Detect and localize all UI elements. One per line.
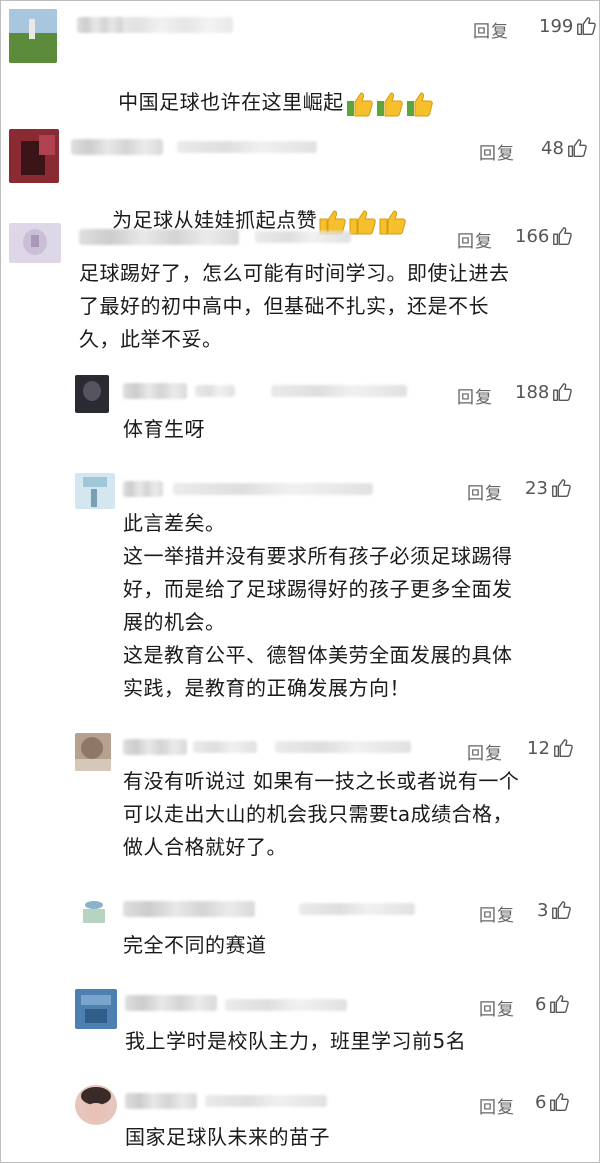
like-count: 6 [535, 1091, 547, 1113]
reply-button[interactable]: 回复 [473, 17, 509, 42]
like-count: 199 [539, 15, 574, 37]
like-button[interactable]: 6 [535, 1091, 570, 1113]
thumb-up-outline-icon [566, 137, 588, 159]
thumb-up-outline-icon [548, 1091, 570, 1113]
avatar[interactable] [75, 375, 109, 413]
reply-button[interactable]: 回复 [479, 1093, 515, 1118]
username-blurred[interactable] [113, 17, 233, 33]
like-button[interactable]: 199 [539, 15, 597, 37]
thumbs-up-emoji [346, 91, 374, 117]
like-button[interactable]: 166 [515, 225, 573, 247]
like-count: 3 [537, 899, 549, 921]
avatar[interactable] [79, 897, 109, 927]
emoji-group [346, 91, 434, 117]
timestamp-blurred [193, 741, 257, 753]
like-button[interactable]: 23 [525, 477, 572, 499]
timestamp-blurred [177, 141, 317, 153]
comment-item: 回复 48 为足球从娃娃抓起点赞 [9, 129, 594, 234]
comment-item: 回复 199 中国足球也许在这里崛起 [9, 9, 597, 119]
timestamp-blurred [275, 741, 411, 753]
like-count: 12 [527, 737, 550, 759]
timestamp-blurred [271, 385, 407, 397]
reply-button[interactable]: 回复 [479, 139, 515, 164]
timestamp-blurred [299, 903, 415, 915]
like-count: 6 [535, 993, 547, 1015]
thumbs-up-emoji [406, 91, 434, 117]
comment-text: 体育生呀 [123, 417, 205, 441]
avatar[interactable] [9, 223, 61, 263]
timestamp-blurred [173, 483, 373, 495]
comment-text: 足球踢好了，怎么可能有时间学习。即使让进去 了最好的初中高中，但基础不扎实，还是… [79, 261, 510, 351]
reply-button[interactable]: 回复 [457, 227, 493, 252]
like-button[interactable]: 6 [535, 993, 570, 1015]
comment-list: 回复 199 中国足球也许在这里崛起 回复 48 为足球从娃娃抓起点赞 回复 1… [0, 0, 600, 1163]
thumb-up-outline-icon [551, 225, 573, 247]
reply-item: 回复 188 体育生呀 [75, 375, 595, 455]
like-button[interactable]: 3 [537, 899, 572, 921]
thumb-up-outline-icon [548, 993, 570, 1015]
reply-button[interactable]: 回复 [479, 901, 515, 926]
avatar[interactable] [75, 473, 115, 509]
reply-button[interactable]: 回复 [457, 383, 493, 408]
username-blurred[interactable] [71, 139, 163, 155]
reply-item: 回复 3 完全不同的赛道 [79, 897, 595, 967]
username-blurred[interactable] [123, 383, 187, 399]
username-blurred[interactable] [125, 995, 217, 1011]
like-count: 23 [525, 477, 548, 499]
thumb-up-outline-icon [550, 477, 572, 499]
username-blurred[interactable] [79, 229, 239, 245]
reply-item: 回复 6 国家足球队未来的苗子 [75, 1085, 595, 1161]
timestamp-blurred [205, 1095, 327, 1107]
thumb-up-outline-icon [550, 899, 572, 921]
comment-text: 此言差矣。 这一举措并没有要求所有孩子必须足球踢得 好，而是给了足球踢得好的孩子… [123, 511, 513, 700]
avatar[interactable] [9, 129, 59, 183]
reply-item: 回复 6 我上学时是校队主力，班里学习前5名 [75, 989, 595, 1069]
comment-text: 有没有听说过 如果有一技之长或者说有一个 可以走出大山的机会我只需要ta成绩合格… [123, 769, 520, 859]
comment-text: 我上学时是校队主力，班里学习前5名 [125, 1029, 467, 1053]
reply-button[interactable]: 回复 [467, 739, 503, 764]
timestamp-blurred [225, 999, 347, 1011]
comment-text-content: 中国足球也许在这里崛起 [118, 90, 344, 114]
comment-text: 国家足球队未来的苗子 [125, 1125, 330, 1149]
reply-item: 回复 23 此言差矣。 这一举措并没有要求所有孩子必须足球踢得 好，而是给了足球… [75, 473, 595, 723]
username-blurred[interactable] [123, 481, 163, 497]
like-button[interactable]: 12 [527, 737, 574, 759]
comment-item: 回复 166 足球踢好了，怎么可能有时间学习。即使让进去 了最好的初中高中，但基… [9, 223, 594, 363]
thumb-up-outline-icon [552, 737, 574, 759]
like-button[interactable]: 48 [541, 137, 588, 159]
timestamp-blurred [255, 231, 351, 243]
avatar[interactable] [75, 989, 117, 1029]
thumb-up-outline-icon [575, 15, 597, 37]
thumbs-up-emoji [376, 91, 404, 117]
reply-button[interactable]: 回复 [479, 995, 515, 1020]
username-blurred[interactable] [125, 1093, 197, 1109]
comment-text: 完全不同的赛道 [123, 933, 267, 957]
timestamp-blurred [195, 385, 235, 397]
like-button[interactable]: 188 [515, 381, 573, 403]
username-blurred[interactable] [123, 901, 255, 917]
like-count: 166 [515, 225, 550, 247]
avatar[interactable] [75, 1085, 117, 1125]
avatar[interactable] [9, 9, 57, 63]
reply-button[interactable]: 回复 [467, 479, 503, 504]
like-count: 48 [541, 137, 564, 159]
username-blurred[interactable] [123, 739, 187, 755]
avatar[interactable] [75, 733, 111, 771]
thumb-up-outline-icon [551, 381, 573, 403]
like-count: 188 [515, 381, 550, 403]
reply-item: 回复 12 有没有听说过 如果有一技之长或者说有一个 可以走出大山的机会我只需要… [75, 733, 595, 873]
